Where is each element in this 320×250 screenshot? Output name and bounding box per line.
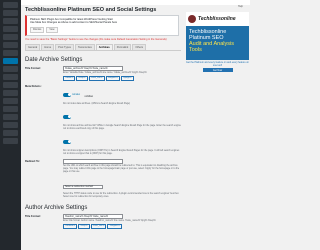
menu-item[interactable] — [3, 18, 18, 24]
redirect-helper: Set the URL to which each archive in thi… — [63, 164, 180, 173]
date-archive-heading: Date Archive Settings — [25, 56, 83, 63]
promo-card[interactable]: Techblissonline Platinum SEO Audit and A… — [186, 26, 249, 60]
menu-item[interactable] — [3, 138, 18, 144]
logo-icon — [188, 15, 196, 23]
title-format-helper: Enter. Variable Date. %date_archive% sit… — [63, 71, 147, 74]
toggle-switch[interactable] — [63, 92, 71, 97]
menu-item[interactable] — [3, 82, 18, 88]
get-now-button[interactable]: Get Now — [202, 68, 233, 72]
tab-permalink[interactable]: Permalink — [113, 43, 132, 50]
menu-item[interactable] — [3, 130, 18, 136]
redirect-method-select[interactable]: Select a redirection method — [63, 184, 103, 189]
admin-sidebar — [0, 0, 21, 250]
var-button[interactable]: %page% — [120, 75, 134, 81]
plugin-title: Techblissonline Platinum SEO and Social … — [25, 7, 157, 13]
noodp-helper: Do not show snippet descriptions (ODP/YG… — [63, 149, 180, 155]
title-format-label: Title Format: — [25, 66, 41, 70]
menu-item[interactable] — [3, 90, 18, 96]
tab-archives[interactable]: Archives — [95, 43, 113, 50]
var-button[interactable]: %sep% — [78, 223, 90, 229]
warning-text: You need to save the "Basic Settings" be… — [25, 37, 167, 41]
menu-item[interactable] — [3, 2, 18, 8]
tab-taxonomies[interactable]: Taxonomies — [74, 43, 95, 50]
var-button[interactable]: %site_title% — [90, 223, 107, 229]
robots-helper: Do not index date archives. (Whilst a Se… — [63, 102, 131, 105]
var-button[interactable]: %tagline% — [107, 223, 122, 229]
promo-line-4: Tools — [189, 47, 202, 53]
settings-tabs: General Home Post Types Taxonomies Archi… — [25, 43, 181, 51]
noarchive-toggle[interactable] — [63, 114, 71, 119]
date-title-format-input[interactable]: %date_archive% %sep% %site_name% — [63, 65, 123, 71]
view-button[interactable]: View — [46, 26, 58, 33]
toggle-switch[interactable] — [63, 114, 71, 119]
menu-item[interactable] — [3, 50, 18, 56]
menu-item[interactable] — [3, 10, 18, 16]
toggle-switch[interactable] — [63, 139, 71, 144]
meta-robots-label: Meta Robots: — [25, 84, 42, 88]
author-archive-heading: Author Archive Settings — [25, 204, 88, 211]
nofollow-toggle[interactable]: nofollow — [85, 96, 93, 98]
menu-item[interactable] — [3, 98, 18, 104]
main-content: Techblissonline Platinum SEO and Social … — [21, 4, 185, 250]
tab-others[interactable]: Others — [132, 43, 147, 50]
help-tab[interactable]: Help — [238, 5, 243, 8]
notice-box: Platinum SEO Plugin Are Compatible for l… — [25, 15, 179, 36]
redirect-url-input[interactable] — [63, 158, 123, 164]
author-title-format-label: Title Format: — [25, 214, 41, 218]
menu-item[interactable] — [3, 122, 18, 128]
menu-item[interactable] — [3, 42, 18, 48]
promo-subtext: Get the Platinum and every feature on an… — [186, 61, 249, 67]
menu-item[interactable] — [3, 34, 18, 40]
promo-sidebar: Techblissonline Techblissonline Platinum… — [186, 12, 249, 72]
noindex-toggle[interactable]: noindex — [63, 92, 80, 97]
brand-logo[interactable]: Techblissonline — [186, 12, 249, 26]
noarchive-helper: Do not show archive archive list? While … — [63, 124, 181, 130]
redirect-label: Redirect To: — [25, 159, 40, 163]
var-button[interactable]: %sep% — [76, 75, 88, 81]
var-button[interactable]: %tagline% — [105, 75, 120, 81]
dismiss-button[interactable]: Dismiss — [30, 26, 45, 33]
menu-item[interactable] — [3, 114, 18, 120]
tab-general[interactable]: General — [25, 43, 41, 50]
menu-item[interactable] — [3, 66, 18, 72]
menu-item[interactable] — [3, 26, 18, 32]
author-helper: Enter title format. Author name. %author… — [63, 219, 156, 222]
notice-line-2: Use Meta box Changes as Above to add con… — [30, 21, 118, 25]
noodp-toggle[interactable] — [63, 139, 71, 144]
menu-item[interactable] — [3, 106, 18, 112]
tab-home[interactable]: Home — [41, 43, 55, 50]
menu-item[interactable] — [3, 74, 18, 80]
var-button[interactable]: %date% — [63, 75, 76, 81]
brand-name: Techblissonline — [198, 16, 236, 22]
author-title-format-input[interactable]: %author_name% %sep% %site_name% — [63, 213, 123, 219]
var-button[interactable]: %author% — [63, 223, 78, 229]
menu-item-active[interactable] — [3, 58, 18, 64]
select-helper: Select the HTTP status code to use for t… — [63, 192, 180, 198]
var-button[interactable]: %site_title% — [88, 75, 105, 81]
tab-post-types[interactable]: Post Types — [55, 43, 74, 50]
